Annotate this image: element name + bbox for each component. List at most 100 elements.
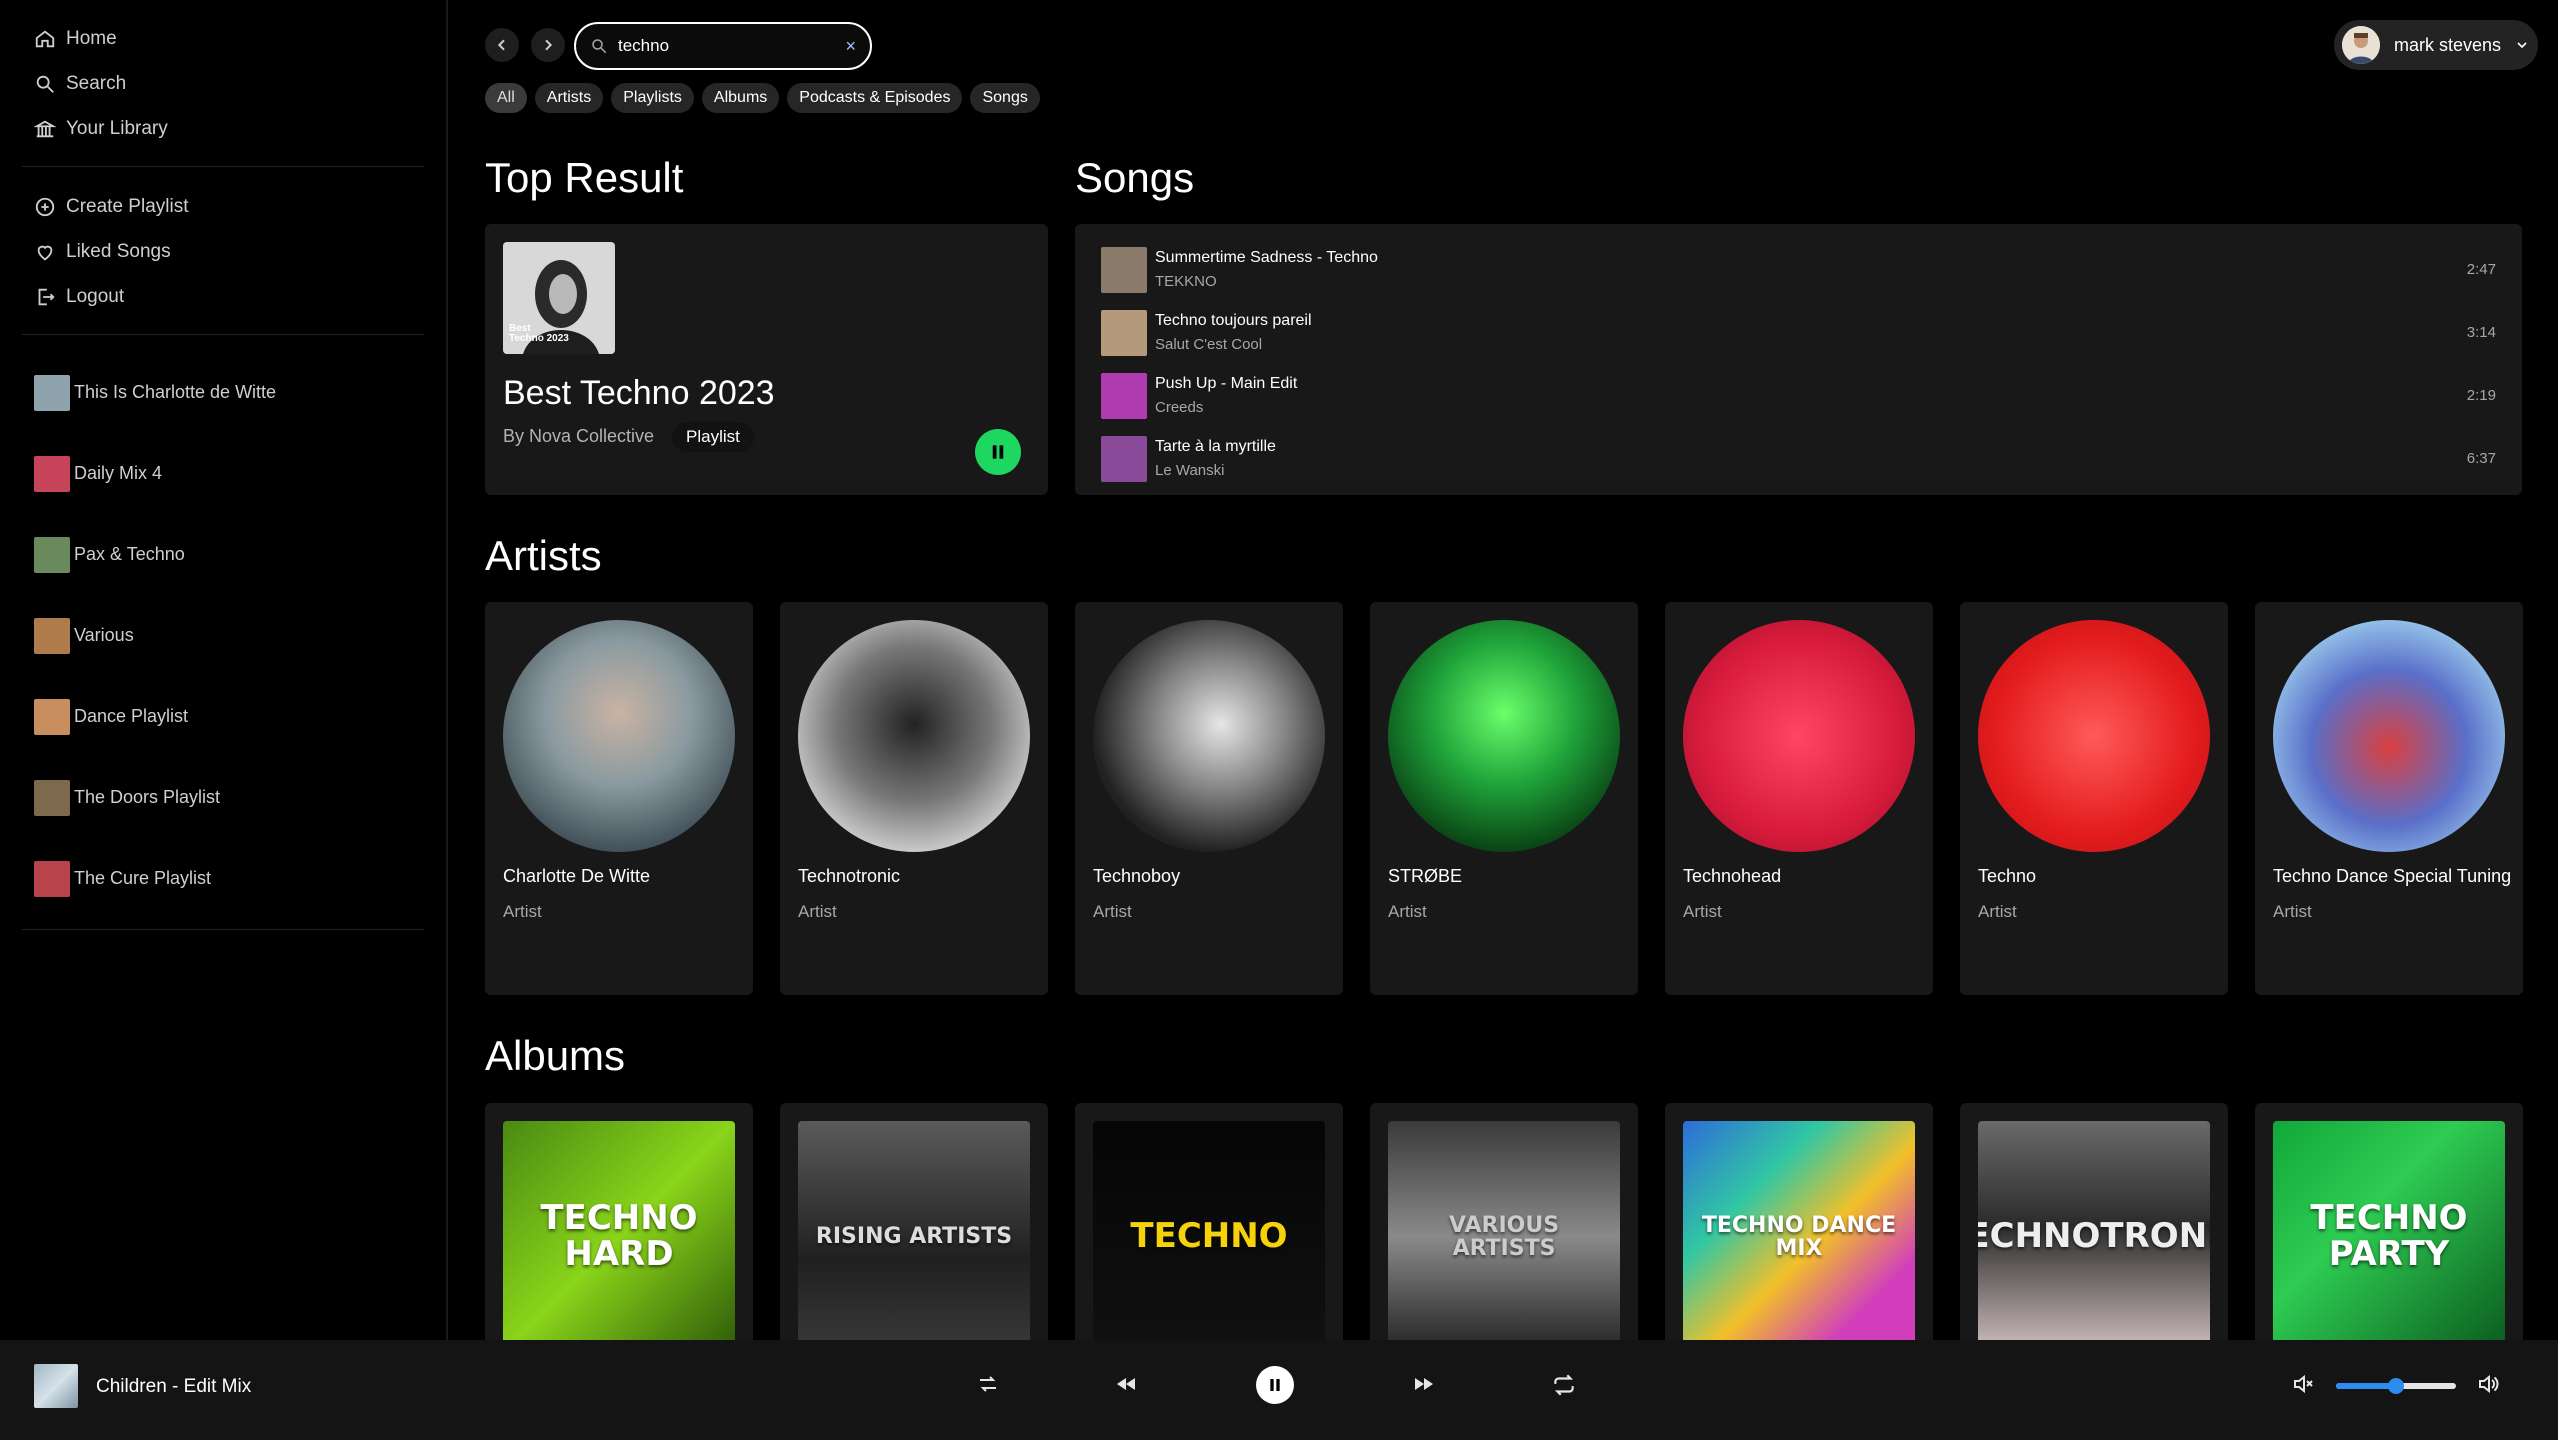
song-row[interactable]: Tarte à la myrtille Le Wanski 6:37 [1075,427,2522,490]
album-card[interactable]: TECHNO DANCE MIX [1665,1103,1933,1340]
artist-name: Techno Dance Special Tuning [2273,866,2512,886]
filter-chips: All Artists Playlists Albums Podcasts & … [485,83,1040,113]
next-icon[interactable] [1412,1372,1436,1396]
song-duration: 3:14 [2466,324,2496,341]
album-card[interactable]: TECHNOTRONIC [1960,1103,2228,1340]
sidebar-playlist-item[interactable]: This Is Charlotte de Witte [22,352,424,433]
nav-search[interactable]: Search [22,61,424,106]
liked-songs-link[interactable]: Liked Songs [22,229,424,274]
album-card[interactable]: TECHNO HARD [485,1103,753,1340]
filter-chip-playlists[interactable]: Playlists [611,83,694,113]
artist-name: Technoboy [1093,866,1181,886]
artist-type: Artist [1683,902,1722,921]
volume-icon[interactable] [2476,1372,2500,1396]
song-duration: 2:19 [2466,387,2496,404]
pause-button[interactable] [975,429,1021,475]
song-row[interactable]: Push Up - Main Edit Creeds 2:19 [1075,364,2522,427]
shuffle-icon[interactable] [976,1372,1000,1396]
playlist-thumbnail [34,698,70,735]
filter-chip-songs[interactable]: Songs [970,83,1040,113]
songs-list: Summertime Sadness - Techno TEKKNO 2:47 T… [1075,224,2522,495]
album-card[interactable]: TECHNO PARTY [2255,1103,2523,1340]
song-artist: Salut C'est Cool [1155,336,1263,353]
playlist-thumbnail [34,617,70,654]
song-title: Summertime Sadness - Techno [1155,249,1378,266]
sidebar-playlist-item[interactable]: Various [22,595,424,676]
create-playlist-button[interactable]: Create Playlist [22,184,424,229]
artist-card[interactable]: STRØBE Artist [1370,602,1638,995]
volume-slider[interactable] [2336,1378,2456,1394]
playlist-label: Various [74,625,134,645]
album-card[interactable]: RISING ARTISTS [780,1103,1048,1340]
sidebar-playlist-item[interactable]: The Cure Playlist [22,838,424,919]
sidebar-playlist-item[interactable]: Daily Mix 4 [22,433,424,514]
liked-songs-label: Liked Songs [66,240,171,262]
nav-library[interactable]: Your Library [22,106,424,151]
pause-icon [992,445,1004,459]
album-card[interactable]: TECHNO [1075,1103,1343,1340]
main-content: × All Artists Playlists Albums Podcasts … [450,0,2558,1340]
volume-knob[interactable] [2388,1378,2404,1394]
artist-type: Artist [798,902,837,921]
artist-card[interactable]: Technotronic Artist [780,602,1048,995]
mute-icon[interactable] [2291,1372,2315,1396]
nav-home[interactable]: Home [22,16,424,61]
artists-heading: Artists [485,532,602,579]
album-card[interactable]: VARIOUS ARTISTS [1370,1103,1638,1340]
artist-type: Artist [1388,902,1427,921]
sidebar-playlist-item[interactable]: Dance Playlist [22,676,424,757]
volume-fill [2336,1383,2396,1389]
song-title: Tarte à la myrtille [1155,438,1276,455]
playlist-label: The Cure Playlist [74,868,212,888]
back-button[interactable] [485,28,519,62]
song-artist: Creeds [1155,399,1204,416]
previous-icon[interactable] [1114,1372,1138,1396]
repeat-icon[interactable] [1551,1372,1577,1398]
artist-name: Technohead [1683,866,1782,886]
artist-card[interactable]: Technoboy Artist [1075,602,1343,995]
song-row[interactable]: Techno toujours pareil Salut C'est Cool 3… [1075,301,2522,364]
filter-chip-all[interactable]: All [485,83,527,113]
albums-heading: Albums [485,1032,626,1079]
sidebar-divider [22,334,424,335]
filter-chip-albums[interactable]: Albums [701,83,780,113]
cover-text-line: Techno 2023 [509,333,569,344]
album-cover: TECHNO HARD [503,1121,735,1340]
song-thumbnail [1101,372,1147,419]
album-cover-text: TECHNO DANCE MIX [1701,1212,1897,1261]
artist-card[interactable]: Charlotte De Witte Artist [485,602,753,995]
user-menu[interactable]: mark stevens [2334,20,2538,70]
sidebar-playlist-item[interactable]: The Doors Playlist [22,757,424,838]
song-title: Push Up - Main Edit [1155,375,1298,392]
album-cover-text: TECHNO HARD [540,1198,698,1274]
clear-search-icon[interactable]: × [845,36,856,57]
album-cover: TECHNOTRONIC [1978,1121,2210,1340]
library-icon [34,120,56,137]
play-pause-button[interactable] [1256,1366,1294,1404]
search-icon [592,39,607,54]
artist-card[interactable]: Techno Artist [1960,602,2228,995]
logout-button[interactable]: Logout [22,274,424,319]
forward-button[interactable] [531,28,565,62]
artist-image [1388,620,1620,852]
artist-name: Charlotte De Witte [503,866,651,886]
filter-chip-artists[interactable]: Artists [534,83,604,113]
filter-chip-podcasts[interactable]: Podcasts & Episodes [787,83,963,113]
top-result-cover: Best Techno 2023 [503,242,615,354]
song-title: Techno toujours pareil [1155,312,1312,329]
pause-icon [1270,1379,1280,1391]
artist-image [1093,620,1325,852]
artist-type: Artist [1978,902,2017,921]
song-row[interactable]: Summertime Sadness - Techno TEKKNO 2:47 [1075,238,2522,301]
top-result-card[interactable]: Best Techno 2023 Best Techno 2023 By Nov… [485,224,1048,495]
artist-card[interactable]: Techno Dance Special Tuning Artist [2255,602,2523,995]
heart-icon [37,245,53,260]
playlist-label: Daily Mix 4 [74,463,163,483]
search-input[interactable] [618,36,846,56]
artist-card[interactable]: Technohead Artist [1665,602,1933,995]
artist-name: Technotronic [798,866,901,886]
songs-heading: Songs [1075,154,1195,201]
sidebar-playlist-item[interactable]: Pax & Techno [22,514,424,595]
album-cover: RISING ARTISTS [798,1121,1030,1340]
album-cover-text: VARIOUS ARTISTS [1448,1212,1560,1261]
